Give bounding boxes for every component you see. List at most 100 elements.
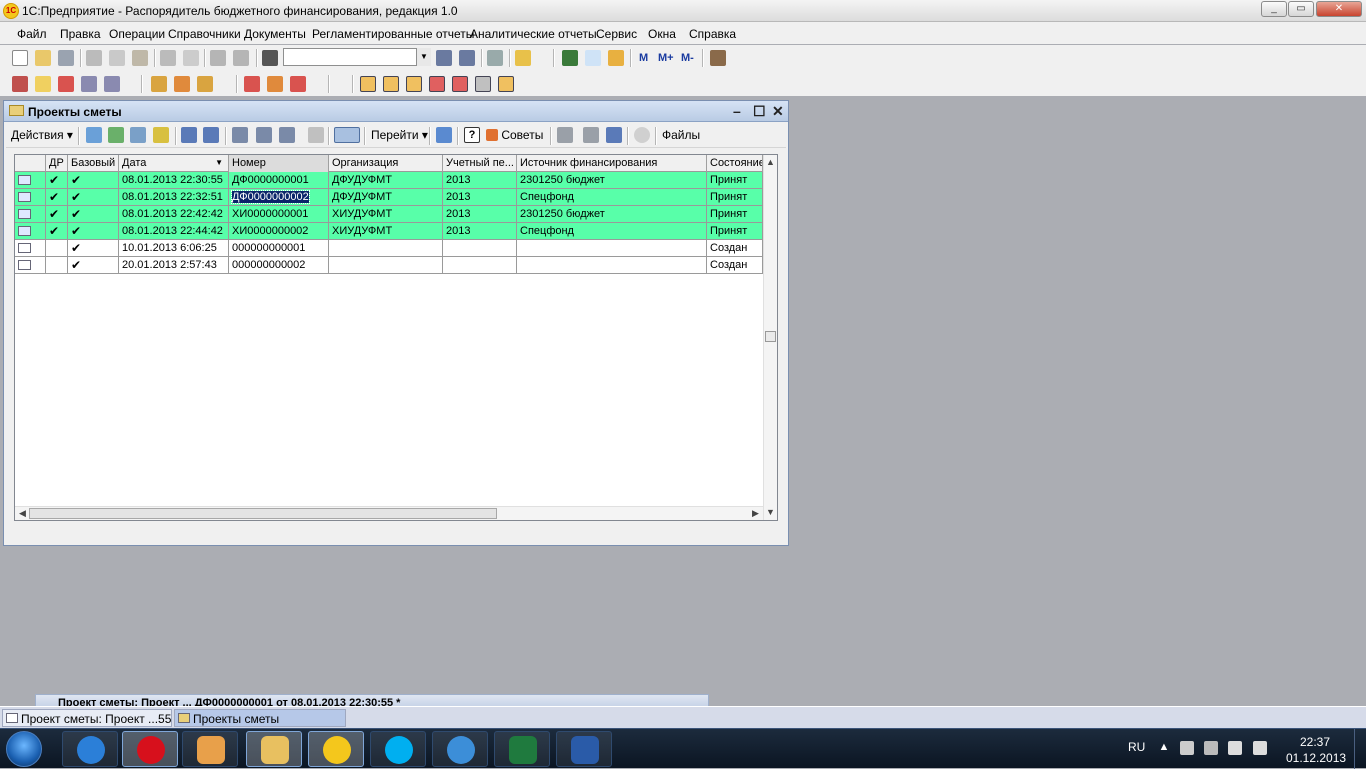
find-binoculars-icon[interactable]: [262, 50, 278, 66]
col-period-header[interactable]: Учетный пе...: [443, 155, 517, 172]
scroll-up-icon[interactable]: ▲: [764, 156, 777, 169]
source-cell[interactable]: Спецфонд: [517, 223, 707, 240]
taskbar-1c-enterprise[interactable]: [308, 731, 364, 767]
base-cell[interactable]: ✔: [68, 189, 119, 206]
undo-icon[interactable]: [210, 50, 226, 66]
row-icon-cell[interactable]: [15, 172, 46, 189]
clock-date[interactable]: 01.12.2013: [1286, 751, 1346, 765]
table-row[interactable]: ✔ ✔ 08.01.2013 22:32:51 ДФ0000000002 ДФУДУФМ…: [15, 189, 763, 206]
journal-1-icon[interactable]: [360, 76, 376, 92]
row-icon-cell[interactable]: [15, 257, 46, 274]
date-cell[interactable]: 08.01.2013 22:30:55: [119, 172, 229, 189]
source-cell[interactable]: 2301250 бюджет: [517, 206, 707, 223]
cut-icon[interactable]: [86, 50, 102, 66]
menu-catalogs[interactable]: Справочники: [168, 27, 241, 41]
filter-history-icon[interactable]: [279, 127, 295, 143]
source-cell[interactable]: [517, 257, 707, 274]
org-cell[interactable]: [329, 257, 443, 274]
date-cell[interactable]: 08.01.2013 22:32:51: [119, 189, 229, 206]
find-next-icon[interactable]: [436, 50, 452, 66]
filter-clear-icon[interactable]: [308, 127, 324, 143]
files-button[interactable]: Файлы: [662, 128, 700, 142]
dr-cell[interactable]: ✔: [46, 206, 68, 223]
table-row[interactable]: ✔ ✔ 08.01.2013 22:30:55 ДФ0000000001 ДФУДУФМ…: [15, 172, 763, 189]
taskbar-media-player[interactable]: [182, 731, 238, 767]
goto-menu-button[interactable]: Перейти ▾: [371, 128, 428, 142]
taskbar-itunes[interactable]: [432, 731, 488, 767]
hscroll-thumb[interactable]: [29, 508, 497, 519]
taskbar-skype[interactable]: [370, 731, 426, 767]
state-cell[interactable]: Принят: [707, 206, 763, 223]
journal-3-icon[interactable]: [406, 76, 422, 92]
base-cell[interactable]: ✔: [68, 206, 119, 223]
source-cell[interactable]: [517, 240, 707, 257]
dr-cell[interactable]: ✔: [46, 223, 68, 240]
memory-plus-button[interactable]: M+: [658, 52, 674, 64]
dr-cell[interactable]: ✔: [46, 172, 68, 189]
volume-icon[interactable]: [1253, 741, 1267, 755]
col-state-header[interactable]: Состояние: [707, 155, 763, 172]
row-icon-cell[interactable]: [15, 206, 46, 223]
menu-windows[interactable]: Окна: [648, 27, 676, 41]
taskbar-file-explorer[interactable]: [246, 731, 302, 767]
window-tab-project-card[interactable]: Проект сметы: Проект ...55 *: [2, 709, 179, 727]
doc-edit-icon[interactable]: [151, 76, 167, 92]
close-button[interactable]: ✕: [1316, 1, 1362, 17]
menu-file[interactable]: Файл: [17, 27, 47, 41]
doc-add-clock-icon[interactable]: [267, 76, 283, 92]
start-button[interactable]: [6, 731, 42, 767]
table-row[interactable]: ✔ ✔ 08.01.2013 22:42:42 ХИ0000000001 ХИУДУФМ…: [15, 206, 763, 223]
taskbar-word[interactable]: [556, 731, 612, 767]
state-cell[interactable]: Принят: [707, 189, 763, 206]
doc-close-button[interactable]: ✕: [772, 103, 784, 120]
columns-icon[interactable]: [606, 127, 622, 143]
taskbar-opera[interactable]: [122, 731, 178, 767]
print-icon[interactable]: [160, 50, 176, 66]
find-prev-icon[interactable]: [459, 50, 475, 66]
menu-regulated-reports[interactable]: Регламентированные отчеты: [312, 27, 474, 41]
taskbar-excel[interactable]: [494, 731, 550, 767]
refresh-icon[interactable]: [436, 127, 452, 143]
number-cell[interactable]: ДФ0000000001: [229, 172, 329, 189]
kekr-icon[interactable]: [81, 76, 97, 92]
journal-2-icon[interactable]: [383, 76, 399, 92]
col-source-header[interactable]: Источник финансирования: [517, 155, 707, 172]
note-icon[interactable]: [35, 76, 51, 92]
col-date-header[interactable]: Дата ▼: [119, 155, 229, 172]
col-org-header[interactable]: Организация: [329, 155, 443, 172]
tips-button[interactable]: Советы: [486, 128, 543, 142]
save-icon[interactable]: [58, 50, 74, 66]
paste-icon[interactable]: [132, 50, 148, 66]
menu-analytic-reports[interactable]: Аналитические отчеты: [470, 27, 597, 41]
row-icon-cell[interactable]: [15, 189, 46, 206]
taskbar-internet-explorer[interactable]: [62, 731, 118, 767]
calendar-icon[interactable]: [585, 50, 601, 66]
preview-icon[interactable]: [183, 50, 199, 66]
period-cell[interactable]: [443, 240, 517, 257]
base-cell[interactable]: ✔: [68, 257, 119, 274]
number-cell[interactable]: ХИ0000000001: [229, 206, 329, 223]
flash-drive-icon[interactable]: [1180, 741, 1194, 755]
doc-add-icon[interactable]: [244, 76, 260, 92]
menu-help[interactable]: Справка: [689, 27, 736, 41]
kvkr-icon[interactable]: [104, 76, 120, 92]
delete-row-icon[interactable]: [153, 127, 169, 143]
scroll-right-icon[interactable]: ▶: [749, 507, 762, 520]
date-cell[interactable]: 10.01.2013 6:06:25: [119, 240, 229, 257]
col-base-header[interactable]: Базовый: [68, 155, 119, 172]
new-document-icon[interactable]: [12, 50, 28, 66]
show-desktop-button[interactable]: [1354, 729, 1366, 769]
memory-m-button[interactable]: M: [639, 52, 648, 64]
show-hidden-icons-icon[interactable]: ▲: [1157, 741, 1171, 755]
menu-edit[interactable]: Правка: [60, 27, 101, 41]
minimize-button[interactable]: _: [1261, 1, 1287, 17]
dr-cell[interactable]: [46, 240, 68, 257]
clock-time[interactable]: 22:37: [1300, 735, 1330, 749]
memory-minus-button[interactable]: M-: [681, 52, 694, 64]
doc-minimize-button[interactable]: –: [733, 103, 741, 119]
actions-menu-button[interactable]: Действия ▾: [11, 128, 73, 142]
period-cell[interactable]: [443, 257, 517, 274]
network-signal-icon[interactable]: [1228, 741, 1242, 755]
org-cell[interactable]: ХИУДУФМТ: [329, 206, 443, 223]
number-cell[interactable]: 000000000002: [229, 257, 329, 274]
